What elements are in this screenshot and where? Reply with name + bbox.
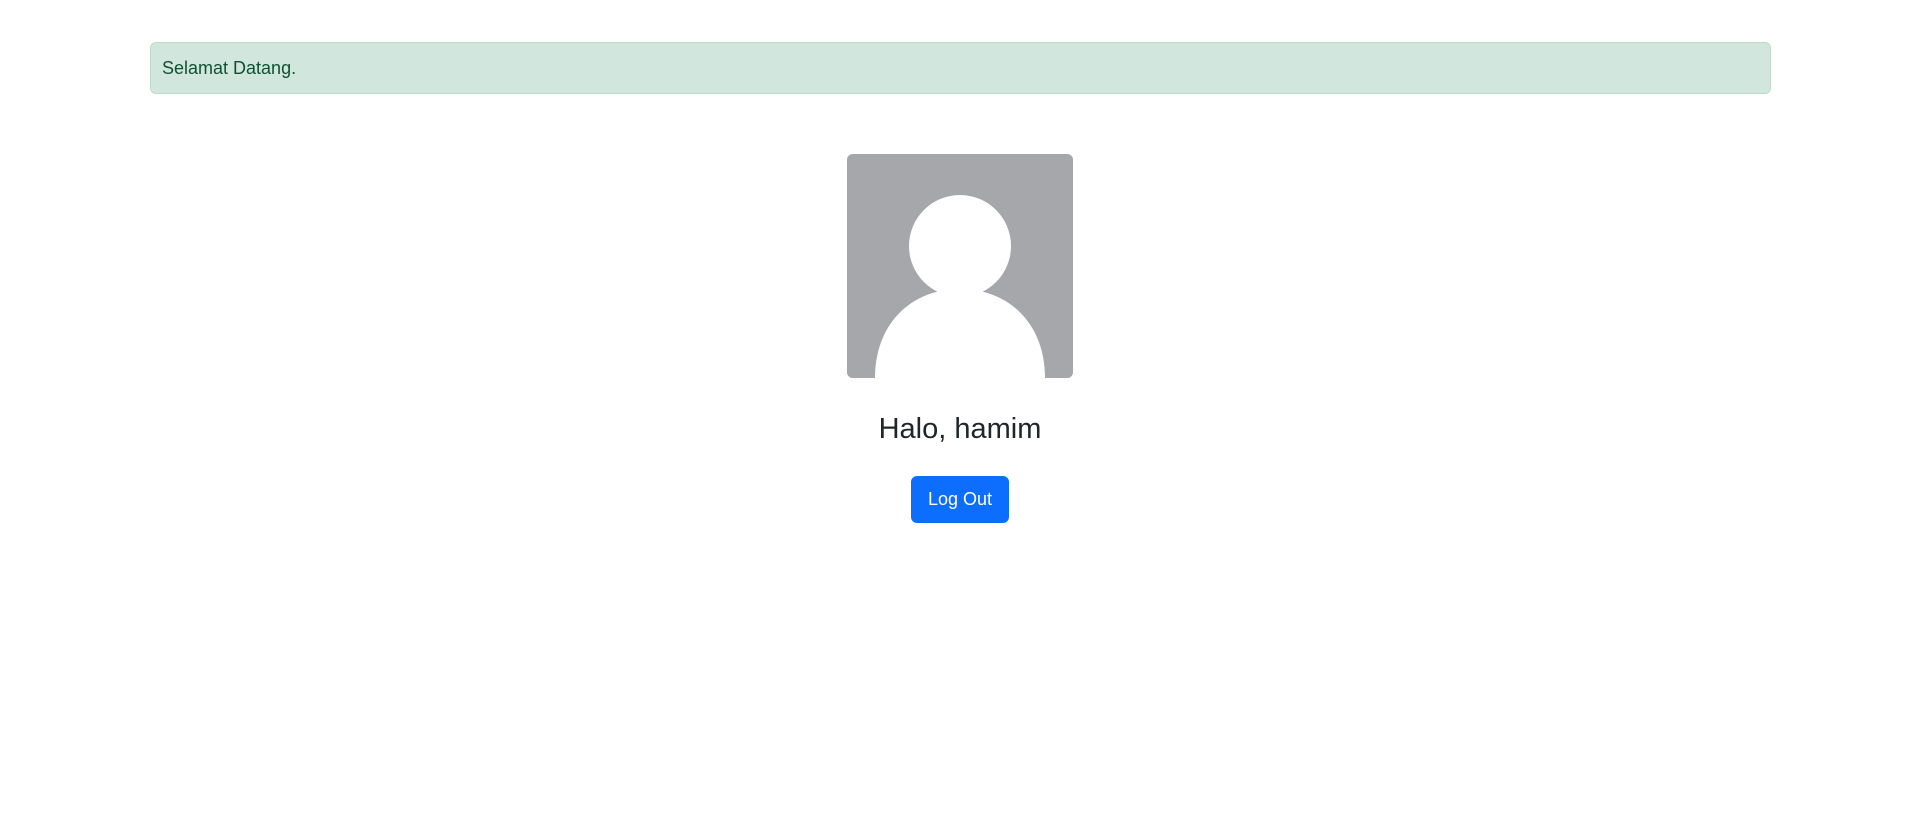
greeting-heading: Halo, hamim — [878, 413, 1042, 445]
success-alert: Selamat Datang. — [150, 42, 1771, 94]
alert-message: Selamat Datang. — [162, 58, 297, 78]
profile-section: Halo, hamim Log Out — [0, 154, 1920, 523]
logout-button[interactable]: Log Out — [910, 476, 1010, 523]
avatar — [847, 154, 1073, 378]
page: Selamat Datang. Halo, hamim Log Out — [0, 0, 1920, 819]
user-silhouette-icon — [847, 154, 1073, 378]
